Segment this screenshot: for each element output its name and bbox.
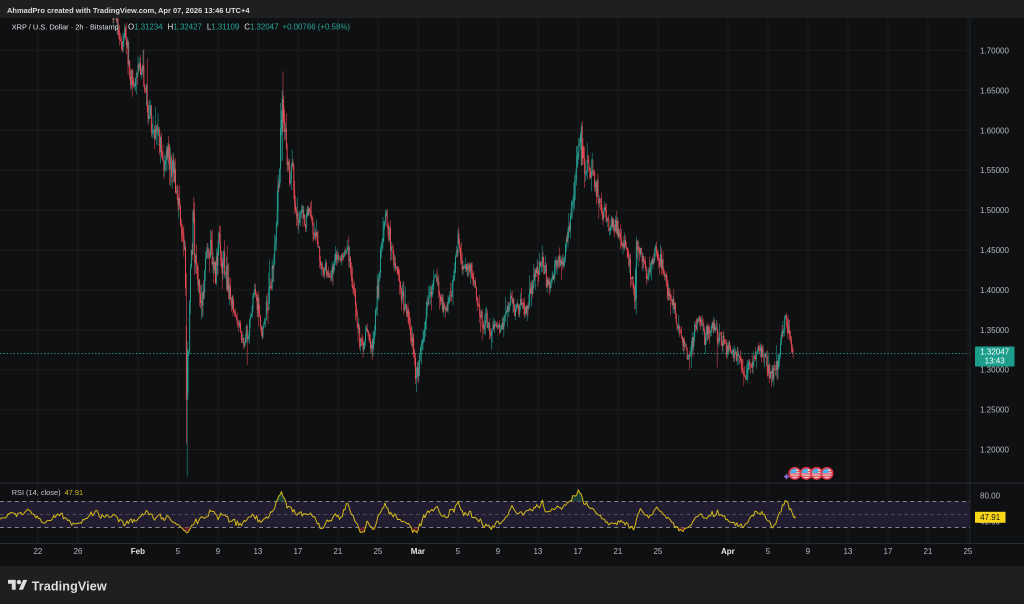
svg-text:21: 21 [923,547,932,556]
svg-text:O1.31234H1.32427L1.31109C1.320: O1.31234 H1.32427 L1.31109 C1.32047 +0.00766… [128,23,350,32]
svg-text:25: 25 [963,547,972,556]
svg-text:9: 9 [216,547,221,556]
svg-text:17: 17 [883,547,892,556]
svg-text:5: 5 [456,547,461,556]
svg-text:26: 26 [73,547,82,556]
svg-text:9: 9 [496,547,501,556]
svg-text:Apr: Apr [721,547,735,556]
svg-text:1.40000: 1.40000 [980,286,1009,295]
svg-text:TradingView: TradingView [31,579,106,593]
svg-text:Feb: Feb [131,547,145,556]
svg-text:80.00: 80.00 [980,492,1001,501]
svg-text:RSI (14, close)47.91: RSI (14, close) 47.91 [12,488,83,497]
svg-text:1.25000: 1.25000 [980,406,1009,415]
svg-text:17: 17 [573,547,582,556]
svg-text:47.91: 47.91 [980,513,1001,522]
svg-text:13: 13 [533,547,542,556]
svg-text:13:43: 13:43 [985,357,1006,366]
svg-text:XRP / U.S. Dollar · 2h · Bitst: XRP / U.S. Dollar · 2h · Bitstamp [12,23,119,32]
svg-text:21: 21 [613,547,622,556]
svg-text:Mar: Mar [411,547,425,556]
svg-text:5: 5 [176,547,181,556]
svg-text:13: 13 [253,547,262,556]
svg-text:1.65000: 1.65000 [980,86,1009,95]
svg-text:1.70000: 1.70000 [980,47,1009,56]
svg-text:1.45000: 1.45000 [980,246,1009,255]
svg-text:25: 25 [373,547,382,556]
svg-text:13: 13 [843,547,852,556]
svg-text:22: 22 [33,547,42,556]
svg-text:1.35000: 1.35000 [980,326,1009,335]
svg-text:25: 25 [653,547,662,556]
svg-text:1.32047: 1.32047 [980,348,1009,357]
svg-text:1.20000: 1.20000 [980,446,1009,455]
svg-text:17: 17 [293,547,302,556]
svg-text:21: 21 [333,547,342,556]
svg-text:1.60000: 1.60000 [980,126,1009,135]
svg-text:5: 5 [766,547,771,556]
svg-text:9: 9 [806,547,811,556]
svg-text:1.30000: 1.30000 [980,366,1009,375]
svg-text:1.55000: 1.55000 [980,166,1009,175]
svg-text:1.50000: 1.50000 [980,206,1009,215]
